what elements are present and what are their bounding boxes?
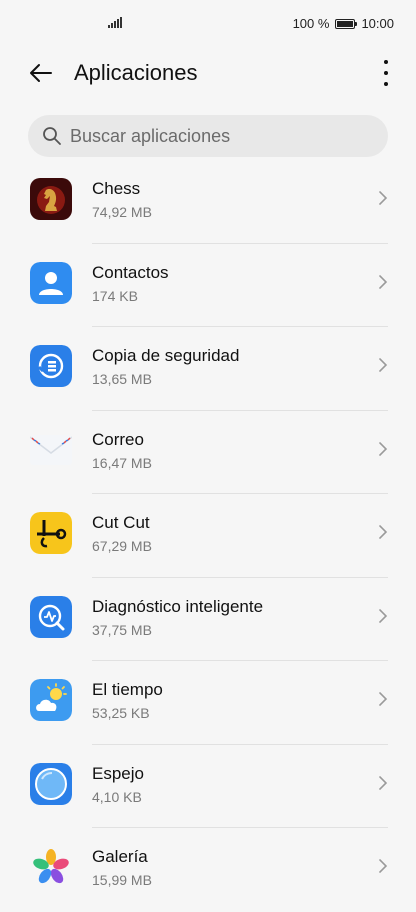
list-item-diagnostico-inteligente[interactable]: Diagnóstico inteligente 37,75 MB: [0, 578, 416, 661]
chevron-right-icon: [379, 358, 388, 372]
search-icon: [43, 127, 61, 145]
app-size: 74,92 MB: [92, 204, 152, 220]
app-name: Copia de seguridad: [92, 346, 240, 365]
app-list: Chess 74,92 MB Contactos 174 KB Copia de…: [0, 160, 416, 912]
back-arrow-icon: [30, 64, 52, 82]
weather-icon: [30, 679, 72, 721]
status-bar: 100 % 10:00: [0, 0, 416, 44]
app-name: El tiempo: [92, 680, 163, 699]
chevron-right-icon: [379, 608, 388, 623]
app-name: Diagnóstico inteligente: [92, 596, 264, 616]
app-size: 16,47 MB: [92, 454, 152, 471]
list-item-cut-cut[interactable]: Cut Cut 67,29 MB: [0, 494, 416, 578]
contact-person-icon: [30, 261, 72, 304]
list-item-copia-de-seguridad[interactable]: Copia de seguridad 13,65 MB: [0, 327, 416, 411]
app-name: Correo: [92, 429, 144, 449]
app-size: 67,29 MB: [92, 538, 152, 554]
scissors-icon: [30, 512, 72, 554]
diagnostics-icon: [30, 595, 72, 638]
list-item-galeria[interactable]: Galería 15,99 MB: [0, 828, 416, 912]
search-placeholder: Buscar aplicaciones: [70, 126, 231, 146]
back-button[interactable]: [26, 58, 56, 88]
mirror-icon: [30, 762, 72, 805]
envelope-icon: [30, 429, 72, 471]
chevron-right-icon: [379, 692, 388, 706]
more-vertical-icon: [384, 60, 388, 64]
app-name: Cut Cut: [92, 513, 150, 532]
chevron-right-icon: [379, 274, 388, 289]
chevron-right-icon: [379, 191, 388, 205]
app-size: 15,99 MB: [92, 872, 152, 888]
app-size: 13,65 MB: [92, 371, 152, 387]
list-item-contactos[interactable]: Contactos 174 KB: [0, 244, 416, 327]
app-size: 37,75 MB: [92, 621, 152, 638]
list-item-espejo[interactable]: Espejo 4,10 KB: [0, 745, 416, 828]
gallery-flower-icon: [30, 846, 72, 888]
app-size: 4,10 KB: [92, 788, 142, 805]
chess-knight-icon: [30, 178, 72, 220]
chevron-right-icon: [379, 525, 388, 539]
list-item-chess[interactable]: Chess 74,92 MB: [0, 160, 416, 244]
battery-icon: [335, 18, 358, 29]
app-name: Chess: [92, 179, 141, 198]
chevron-right-icon: [379, 441, 388, 456]
app-size: 53,25 KB: [92, 705, 150, 721]
app-size: 174 KB: [92, 287, 138, 304]
app-bar: Aplicaciones: [0, 50, 416, 96]
app-name: Espejo: [92, 763, 144, 783]
list-item-el-tiempo[interactable]: El tiempo 53,25 KB: [0, 661, 416, 745]
signal-icon: [108, 16, 122, 28]
clock: 10:00: [361, 16, 394, 31]
chevron-right-icon: [379, 775, 388, 790]
backup-icon: [30, 345, 72, 387]
list-item-correo[interactable]: Correo 16,47 MB: [0, 411, 416, 494]
battery-percent: 100 %: [292, 16, 330, 31]
app-name: Galería: [92, 847, 148, 866]
page-title: Aplicaciones: [74, 60, 198, 85]
more-options-button[interactable]: [378, 60, 394, 86]
chevron-right-icon: [379, 859, 388, 873]
app-name: Contactos: [92, 262, 169, 282]
search-input[interactable]: Buscar aplicaciones: [28, 115, 388, 157]
